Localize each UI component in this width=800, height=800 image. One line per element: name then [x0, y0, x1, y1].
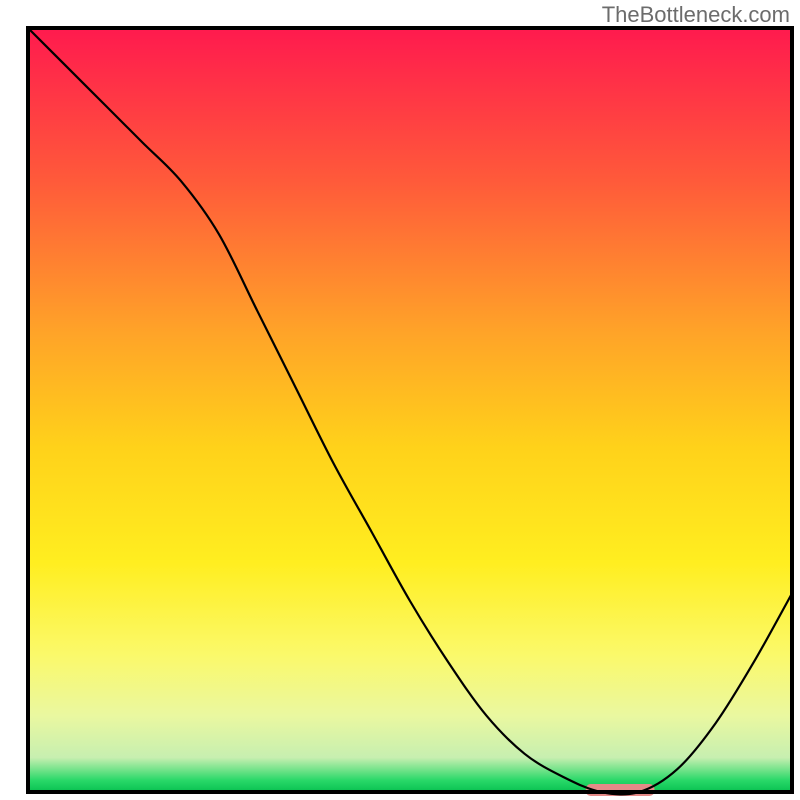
- bottleneck-chart: [0, 0, 800, 800]
- watermark-label: TheBottleneck.com: [602, 2, 790, 28]
- chart-container: TheBottleneck.com: [0, 0, 800, 800]
